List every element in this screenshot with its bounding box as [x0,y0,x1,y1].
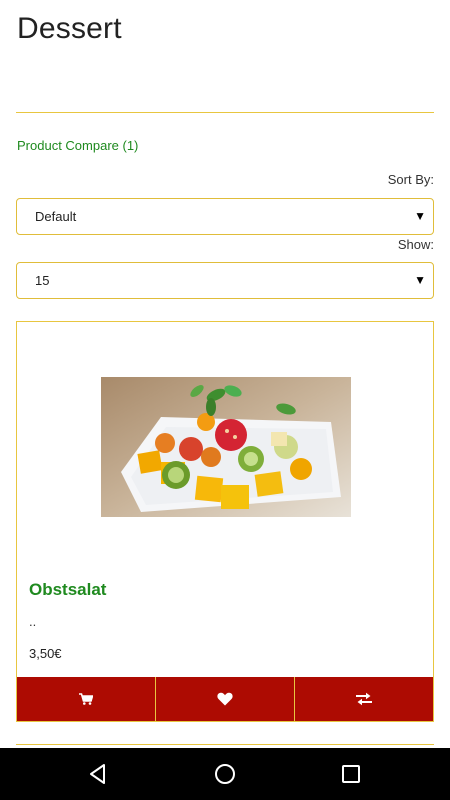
sort-by-label: Sort By: [387,172,434,187]
show-limit-select[interactable]: 15 ▼ [16,262,434,299]
cart-icon [79,693,93,705]
fruit-salad-photo [101,377,351,517]
product-actions [17,677,433,721]
product-description: .. [29,614,37,629]
compare-arrows-icon [356,692,372,706]
product-price: 3,50€ [29,646,62,661]
show-limit-value: 15 [35,273,50,288]
product-compare-link[interactable]: Product Compare (1) [17,138,138,153]
sort-by-select[interactable]: Default ▼ [16,198,434,235]
home-button[interactable] [213,762,237,786]
category-page: Dessert Product Compare (1) Sort By: Def… [0,0,450,748]
add-to-wishlist-button[interactable] [156,677,295,721]
system-navigation-bar [0,748,450,800]
add-to-cart-button[interactable] [17,677,156,721]
dropdown-arrow-icon: ▼ [414,209,426,223]
sort-by-value: Default [35,209,77,224]
show-label: Show: [397,237,434,252]
product-image[interactable] [101,377,351,517]
recents-button[interactable] [339,762,363,786]
compare-button[interactable] [295,677,433,721]
dropdown-arrow-icon: ▼ [414,273,426,287]
back-triangle-icon [90,764,105,784]
recents-square-icon [342,765,360,783]
home-circle-icon [215,764,235,784]
product-name[interactable]: Obstsalat [29,580,106,600]
product-card: Obstsalat .. 3,50€ [16,321,434,722]
page-title: Dessert [17,12,122,45]
back-button[interactable] [86,762,110,786]
title-divider [16,112,434,113]
heart-icon [217,692,233,706]
